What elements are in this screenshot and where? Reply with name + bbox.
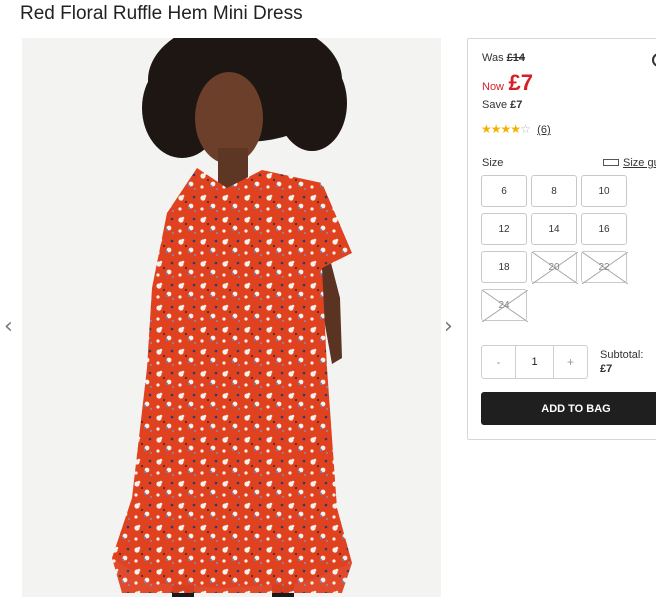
star-icon: ★	[500, 122, 512, 136]
review-count-link[interactable]: (6)	[537, 124, 550, 136]
size-guide-link[interactable]: Size gu	[603, 157, 656, 169]
size-option[interactable]: 16	[581, 213, 627, 245]
chevron-left-icon[interactable]: ‹	[4, 316, 13, 338]
save-label: Save	[482, 99, 508, 111]
was-label: Was	[482, 52, 504, 64]
save-value: £7	[510, 99, 523, 111]
product-image	[22, 38, 441, 597]
size-option-unavailable[interactable]: 22	[581, 251, 628, 284]
size-option[interactable]: 14	[531, 213, 577, 245]
was-value: £14	[506, 52, 526, 64]
add-to-bag-button[interactable]: ADD TO BAG	[481, 392, 656, 425]
size-option[interactable]: 8	[531, 175, 577, 207]
was-price: Was £14	[482, 52, 525, 64]
size-option-unavailable[interactable]: 24	[481, 289, 528, 322]
quantity-increase-button[interactable]: +	[553, 346, 587, 378]
quantity-input[interactable]: 1	[516, 346, 553, 378]
subtotal-label: Subtotal:	[600, 349, 644, 361]
star-rating: ★★★★☆ (6)	[481, 122, 551, 136]
size-option[interactable]: 12	[481, 213, 527, 245]
subtotal-value: £7	[600, 363, 613, 375]
star-outline-icon: ☆	[520, 122, 531, 136]
size-guide-label: Size gu	[623, 157, 656, 169]
size-option-unavailable[interactable]: 20	[531, 251, 578, 284]
wishlist-icon[interactable]	[652, 53, 656, 67]
size-option[interactable]: 18	[481, 251, 527, 283]
ruler-icon	[603, 158, 619, 166]
size-option[interactable]: 6	[481, 175, 527, 207]
now-label: Now	[482, 81, 505, 93]
chevron-right-icon[interactable]: ›	[444, 316, 453, 338]
size-label: Size	[482, 157, 504, 169]
model-photo	[22, 38, 441, 597]
star-icon: ★	[490, 122, 502, 136]
now-value: £7	[508, 70, 533, 95]
purchase-panel: Was £14 Now £7 Save £7 ★★★★☆ (6) Size Si…	[467, 38, 656, 440]
save-price: Save £7	[482, 99, 522, 111]
subtotal: Subtotal: £7	[600, 348, 643, 376]
now-price: Now £7	[482, 70, 533, 96]
star-icon: ★	[481, 122, 492, 136]
quantity-decrease-button[interactable]: -	[482, 346, 516, 378]
size-option[interactable]: 10	[581, 175, 627, 207]
star-icon: ★	[510, 122, 521, 136]
product-title: Red Floral Ruffle Hem Mini Dress	[20, 3, 303, 24]
quantity-stepper: - 1 +	[481, 345, 588, 379]
